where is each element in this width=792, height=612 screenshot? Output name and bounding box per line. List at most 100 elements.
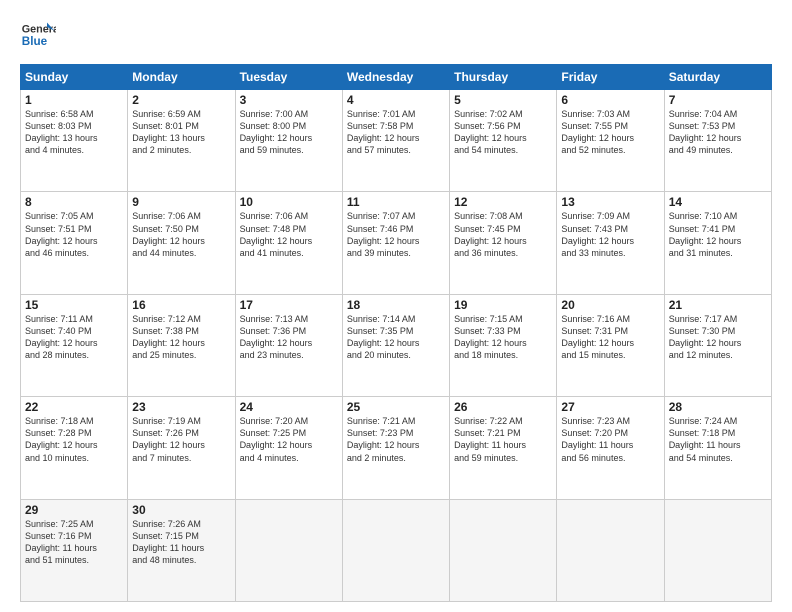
calendar-cell: 30Sunrise: 7:26 AMSunset: 7:15 PMDayligh… <box>128 499 235 601</box>
calendar-cell: 27Sunrise: 7:23 AMSunset: 7:20 PMDayligh… <box>557 397 664 499</box>
day-header-saturday: Saturday <box>664 65 771 90</box>
calendar-cell: 22Sunrise: 7:18 AMSunset: 7:28 PMDayligh… <box>21 397 128 499</box>
day-number: 1 <box>25 93 123 107</box>
day-header-thursday: Thursday <box>450 65 557 90</box>
cell-info: Sunrise: 7:14 AMSunset: 7:35 PMDaylight:… <box>347 313 445 362</box>
day-header-monday: Monday <box>128 65 235 90</box>
day-number: 29 <box>25 503 123 517</box>
calendar-cell: 25Sunrise: 7:21 AMSunset: 7:23 PMDayligh… <box>342 397 449 499</box>
calendar-cell: 29Sunrise: 7:25 AMSunset: 7:16 PMDayligh… <box>21 499 128 601</box>
cell-info: Sunrise: 7:17 AMSunset: 7:30 PMDaylight:… <box>669 313 767 362</box>
day-number: 30 <box>132 503 230 517</box>
calendar-cell: 28Sunrise: 7:24 AMSunset: 7:18 PMDayligh… <box>664 397 771 499</box>
cell-info: Sunrise: 7:07 AMSunset: 7:46 PMDaylight:… <box>347 210 445 259</box>
cell-info: Sunrise: 7:18 AMSunset: 7:28 PMDaylight:… <box>25 415 123 464</box>
cell-info: Sunrise: 7:16 AMSunset: 7:31 PMDaylight:… <box>561 313 659 362</box>
cell-info: Sunrise: 7:06 AMSunset: 7:48 PMDaylight:… <box>240 210 338 259</box>
cell-info: Sunrise: 7:00 AMSunset: 8:00 PMDaylight:… <box>240 108 338 157</box>
day-number: 7 <box>669 93 767 107</box>
calendar-cell: 9Sunrise: 7:06 AMSunset: 7:50 PMDaylight… <box>128 192 235 294</box>
calendar-cell <box>342 499 449 601</box>
day-header-tuesday: Tuesday <box>235 65 342 90</box>
day-number: 10 <box>240 195 338 209</box>
cell-info: Sunrise: 7:06 AMSunset: 7:50 PMDaylight:… <box>132 210 230 259</box>
calendar-cell: 15Sunrise: 7:11 AMSunset: 7:40 PMDayligh… <box>21 294 128 396</box>
calendar-cell: 20Sunrise: 7:16 AMSunset: 7:31 PMDayligh… <box>557 294 664 396</box>
calendar: SundayMondayTuesdayWednesdayThursdayFrid… <box>20 64 772 602</box>
cell-info: Sunrise: 7:25 AMSunset: 7:16 PMDaylight:… <box>25 518 123 567</box>
cell-info: Sunrise: 7:09 AMSunset: 7:43 PMDaylight:… <box>561 210 659 259</box>
calendar-cell: 17Sunrise: 7:13 AMSunset: 7:36 PMDayligh… <box>235 294 342 396</box>
week-row-2: 8Sunrise: 7:05 AMSunset: 7:51 PMDaylight… <box>21 192 772 294</box>
svg-text:General: General <box>22 23 56 35</box>
day-number: 13 <box>561 195 659 209</box>
cell-info: Sunrise: 7:01 AMSunset: 7:58 PMDaylight:… <box>347 108 445 157</box>
cell-info: Sunrise: 6:58 AMSunset: 8:03 PMDaylight:… <box>25 108 123 157</box>
day-header-friday: Friday <box>557 65 664 90</box>
cell-info: Sunrise: 7:05 AMSunset: 7:51 PMDaylight:… <box>25 210 123 259</box>
day-number: 28 <box>669 400 767 414</box>
calendar-cell: 24Sunrise: 7:20 AMSunset: 7:25 PMDayligh… <box>235 397 342 499</box>
day-number: 15 <box>25 298 123 312</box>
calendar-cell: 26Sunrise: 7:22 AMSunset: 7:21 PMDayligh… <box>450 397 557 499</box>
cell-info: Sunrise: 7:26 AMSunset: 7:15 PMDaylight:… <box>132 518 230 567</box>
week-row-4: 22Sunrise: 7:18 AMSunset: 7:28 PMDayligh… <box>21 397 772 499</box>
calendar-cell <box>664 499 771 601</box>
day-number: 4 <box>347 93 445 107</box>
day-number: 8 <box>25 195 123 209</box>
cell-info: Sunrise: 7:10 AMSunset: 7:41 PMDaylight:… <box>669 210 767 259</box>
calendar-cell: 23Sunrise: 7:19 AMSunset: 7:26 PMDayligh… <box>128 397 235 499</box>
header-row: SundayMondayTuesdayWednesdayThursdayFrid… <box>21 65 772 90</box>
cell-info: Sunrise: 7:22 AMSunset: 7:21 PMDaylight:… <box>454 415 552 464</box>
cell-info: Sunrise: 7:21 AMSunset: 7:23 PMDaylight:… <box>347 415 445 464</box>
calendar-cell: 5Sunrise: 7:02 AMSunset: 7:56 PMDaylight… <box>450 90 557 192</box>
calendar-cell: 12Sunrise: 7:08 AMSunset: 7:45 PMDayligh… <box>450 192 557 294</box>
cell-info: Sunrise: 7:03 AMSunset: 7:55 PMDaylight:… <box>561 108 659 157</box>
day-number: 2 <box>132 93 230 107</box>
cell-info: Sunrise: 7:19 AMSunset: 7:26 PMDaylight:… <box>132 415 230 464</box>
calendar-cell: 19Sunrise: 7:15 AMSunset: 7:33 PMDayligh… <box>450 294 557 396</box>
cell-info: Sunrise: 7:13 AMSunset: 7:36 PMDaylight:… <box>240 313 338 362</box>
calendar-cell: 13Sunrise: 7:09 AMSunset: 7:43 PMDayligh… <box>557 192 664 294</box>
day-number: 22 <box>25 400 123 414</box>
day-number: 14 <box>669 195 767 209</box>
day-number: 26 <box>454 400 552 414</box>
cell-info: Sunrise: 6:59 AMSunset: 8:01 PMDaylight:… <box>132 108 230 157</box>
week-row-3: 15Sunrise: 7:11 AMSunset: 7:40 PMDayligh… <box>21 294 772 396</box>
day-number: 17 <box>240 298 338 312</box>
calendar-cell: 16Sunrise: 7:12 AMSunset: 7:38 PMDayligh… <box>128 294 235 396</box>
day-header-sunday: Sunday <box>21 65 128 90</box>
calendar-cell: 11Sunrise: 7:07 AMSunset: 7:46 PMDayligh… <box>342 192 449 294</box>
logo: General Blue <box>20 18 56 54</box>
day-number: 24 <box>240 400 338 414</box>
calendar-cell <box>450 499 557 601</box>
cell-info: Sunrise: 7:24 AMSunset: 7:18 PMDaylight:… <box>669 415 767 464</box>
day-number: 18 <box>347 298 445 312</box>
week-row-5: 29Sunrise: 7:25 AMSunset: 7:16 PMDayligh… <box>21 499 772 601</box>
day-number: 23 <box>132 400 230 414</box>
logo-icon: General Blue <box>20 18 56 54</box>
calendar-cell: 21Sunrise: 7:17 AMSunset: 7:30 PMDayligh… <box>664 294 771 396</box>
cell-info: Sunrise: 7:15 AMSunset: 7:33 PMDaylight:… <box>454 313 552 362</box>
day-number: 3 <box>240 93 338 107</box>
calendar-cell: 3Sunrise: 7:00 AMSunset: 8:00 PMDaylight… <box>235 90 342 192</box>
calendar-cell: 8Sunrise: 7:05 AMSunset: 7:51 PMDaylight… <box>21 192 128 294</box>
day-number: 27 <box>561 400 659 414</box>
cell-info: Sunrise: 7:11 AMSunset: 7:40 PMDaylight:… <box>25 313 123 362</box>
day-number: 6 <box>561 93 659 107</box>
day-number: 16 <box>132 298 230 312</box>
calendar-cell: 10Sunrise: 7:06 AMSunset: 7:48 PMDayligh… <box>235 192 342 294</box>
day-number: 9 <box>132 195 230 209</box>
cell-info: Sunrise: 7:20 AMSunset: 7:25 PMDaylight:… <box>240 415 338 464</box>
day-number: 21 <box>669 298 767 312</box>
calendar-cell: 14Sunrise: 7:10 AMSunset: 7:41 PMDayligh… <box>664 192 771 294</box>
week-row-1: 1Sunrise: 6:58 AMSunset: 8:03 PMDaylight… <box>21 90 772 192</box>
day-number: 12 <box>454 195 552 209</box>
day-number: 19 <box>454 298 552 312</box>
page: General Blue SundayMondayTuesdayWednesda… <box>0 0 792 612</box>
day-number: 5 <box>454 93 552 107</box>
cell-info: Sunrise: 7:08 AMSunset: 7:45 PMDaylight:… <box>454 210 552 259</box>
calendar-cell <box>557 499 664 601</box>
calendar-cell: 4Sunrise: 7:01 AMSunset: 7:58 PMDaylight… <box>342 90 449 192</box>
cell-info: Sunrise: 7:02 AMSunset: 7:56 PMDaylight:… <box>454 108 552 157</box>
